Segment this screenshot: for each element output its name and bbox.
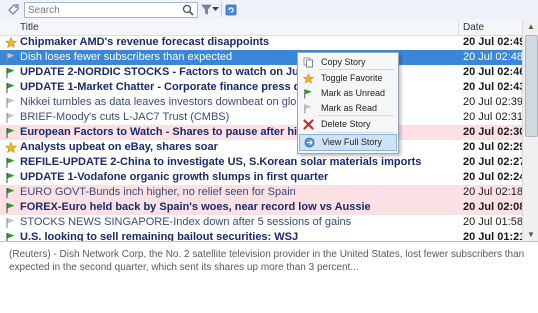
star-icon[interactable]	[4, 141, 18, 154]
story-date: 20 Jul 02:49	[463, 36, 522, 48]
story-date: 20 Jul 01:58	[463, 216, 522, 228]
menu-item-view-full-story[interactable]: View Full Story	[299, 134, 397, 151]
context-menu: Copy Story Toggle Favorite Mark as Unread M…	[297, 52, 399, 154]
menu-item-mark-as-unread[interactable]: Mark as Unread	[299, 86, 397, 101]
green-flag-icon[interactable]	[5, 157, 17, 168]
gray-flag-icon	[303, 103, 314, 114]
story-date: 20 Jul 02:08	[463, 201, 522, 213]
menu-item-delete-story[interactable]: Delete Story	[299, 117, 397, 132]
story-title: UPDATE 1-Vodafone organic growth slumps …	[20, 171, 329, 183]
menu-item-copy-story[interactable]: Copy Story	[299, 55, 397, 70]
story-rows: Chipmaker AMD's revenue forecast disappo…	[0, 35, 522, 241]
green-flag-icon[interactable]	[5, 82, 17, 93]
chevron-down-icon[interactable]	[211, 2, 219, 17]
menu-item-label: View Full Story	[322, 137, 382, 147]
story-row[interactable]: EURO GOVT-Bunds inch higher, no relief s…	[0, 185, 522, 200]
story-date: 20 Jul 02:39	[463, 96, 522, 108]
story-title: REFILE-UPDATE 2-China to investigate US,…	[20, 156, 422, 168]
scroll-down-arrow[interactable]: ▼	[523, 227, 538, 241]
story-title: FOREX-Euro held back by Spain's woes, ne…	[20, 201, 371, 213]
story-row[interactable]: BRIEF-Moody's cuts L-JAC7 Trust (CMBS) 20…	[0, 110, 522, 125]
preview-text: (Reuters) - Dish Network Corp, the No. 2…	[9, 249, 525, 273]
story-date: 20 Jul 02:18	[463, 186, 522, 198]
view-story-icon	[304, 137, 315, 148]
story-date: 20 Jul 02:24	[463, 171, 522, 183]
menu-item-label: Mark as Unread	[321, 88, 386, 98]
gray-flag-icon[interactable]	[5, 217, 17, 228]
green-flag-icon[interactable]	[5, 187, 17, 198]
story-row[interactable]: REFILE-UPDATE 2-China to investigate US,…	[0, 155, 522, 170]
story-date: 20 Jul 02:29	[463, 141, 522, 153]
green-flag-icon[interactable]	[5, 127, 17, 138]
tag-icon[interactable]	[5, 2, 21, 17]
gray-flag-icon[interactable]	[5, 52, 17, 63]
story-date: 20 Jul 02:48	[463, 51, 522, 63]
story-title: STOCKS NEWS SINGAPORE-Index down after 5…	[20, 216, 352, 228]
column-divider[interactable]	[458, 19, 459, 35]
gray-flag-icon[interactable]	[5, 97, 17, 108]
scrollbar[interactable]: ▲ ▼	[522, 19, 538, 241]
search-box	[24, 2, 198, 18]
story-row[interactable]: FOREX-Euro held back by Spain's woes, ne…	[0, 200, 522, 215]
green-flag-icon[interactable]	[5, 172, 17, 183]
green-flag-icon[interactable]	[5, 67, 17, 78]
delete-icon	[303, 119, 314, 130]
menu-item-label: Delete Story	[321, 119, 371, 129]
star-icon[interactable]	[4, 36, 18, 49]
green-flag-icon[interactable]	[5, 202, 17, 213]
column-header: Title Date	[0, 19, 522, 36]
scroll-thumb[interactable]	[525, 35, 538, 137]
story-row[interactable]: UPDATE 1-Market Chatter - Corporate fina…	[0, 80, 522, 95]
story-row[interactable]: European Factors to Watch - Shares to pa…	[0, 125, 522, 140]
menu-item-label: Copy Story	[321, 57, 366, 67]
copy-icon	[303, 57, 314, 68]
story-date: 20 Jul 01:21	[463, 231, 522, 241]
story-preview: (Reuters) - Dish Network Corp, the No. 2…	[0, 242, 538, 313]
story-date: 20 Jul 02:30	[463, 126, 522, 138]
column-title[interactable]: Title	[20, 22, 39, 33]
scroll-up-arrow[interactable]: ▲	[523, 19, 538, 33]
column-date[interactable]: Date	[463, 22, 484, 33]
story-date: 20 Jul 02:31	[463, 111, 522, 123]
story-title: Chipmaker AMD's revenue forecast disappo…	[20, 36, 270, 48]
story-row[interactable]: U.S. looking to sell remaining bailout s…	[0, 230, 522, 241]
story-row[interactable]: Analysts upbeat on eBay, shares soar 20 J…	[0, 140, 522, 155]
story-row[interactable]: Nikkei tumbles as data leaves investors …	[0, 95, 522, 110]
story-row[interactable]: Dish loses fewer subscribers than expect…	[0, 50, 522, 65]
story-row[interactable]: UPDATE 1-Vodafone organic growth slumps …	[0, 170, 522, 185]
search-input[interactable]	[25, 3, 181, 17]
story-date: 20 Jul 02:43	[463, 81, 522, 93]
refresh-icon[interactable]	[224, 2, 238, 17]
menu-separator	[318, 132, 394, 133]
star-icon	[302, 73, 315, 84]
menu-item-label: Mark as Read	[321, 103, 378, 113]
story-row[interactable]: STOCKS NEWS SINGAPORE-Index down after 5…	[0, 215, 522, 230]
search-icon[interactable]	[180, 2, 195, 17]
story-title: U.S. looking to sell remaining bailout s…	[20, 231, 299, 241]
story-list: Title Date Chipmaker AMD's revenue forec…	[0, 19, 538, 242]
toolbar	[0, 0, 538, 20]
green-flag-icon	[303, 88, 314, 99]
green-flag-icon[interactable]	[5, 232, 17, 241]
story-title: EURO GOVT-Bunds inch higher, no relief s…	[20, 186, 296, 198]
toolbar-divider	[221, 2, 222, 17]
menu-item-label: Toggle Favorite	[321, 73, 383, 83]
menu-item-toggle-favorite[interactable]: Toggle Favorite	[299, 71, 397, 86]
gray-flag-icon[interactable]	[5, 112, 17, 123]
story-row[interactable]: Chipmaker AMD's revenue forecast disappo…	[0, 35, 522, 50]
story-date: 20 Jul 02:27	[463, 156, 522, 168]
menu-item-mark-as-read[interactable]: Mark as Read	[299, 101, 397, 116]
story-date: 20 Jul 02:46	[463, 66, 522, 78]
story-row[interactable]: UPDATE 2-NORDIC STOCKS - Factors to watc…	[0, 65, 522, 80]
